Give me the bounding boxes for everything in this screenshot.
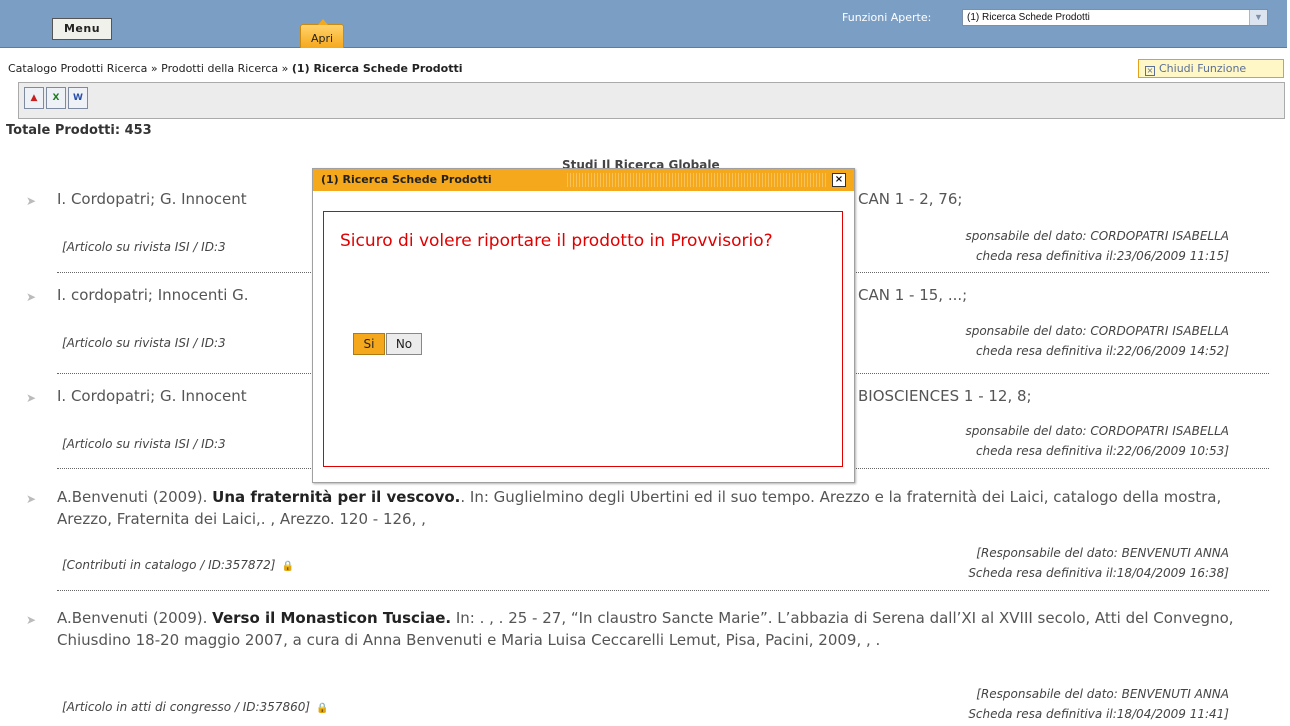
item-meta-right: sponsabile del dato: CORDOPATRI ISABELLA… xyxy=(820,321,1229,361)
apri-button[interactable]: Apri xyxy=(300,19,344,48)
citation-author: A.Benvenuti (2009). xyxy=(57,488,208,506)
definitiva-text: Scheda resa definitiva il:18/04/2009 11:… xyxy=(968,707,1229,721)
citation-text: I. Cordopatri; G. Innocent xyxy=(57,190,247,208)
word-icon[interactable]: W xyxy=(68,87,88,109)
item-meta: [Articolo in atti di congresso / ID:3578… xyxy=(62,700,329,714)
item-meta: [Articolo su rivista ISI / ID:3 xyxy=(62,336,226,350)
separator xyxy=(57,590,1269,591)
no-button[interactable]: No xyxy=(386,333,422,355)
totale-prodotti: Totale Prodotti: 453 xyxy=(6,123,152,138)
arrow-right-icon: ➤ xyxy=(26,290,37,304)
breadcrumb-separator: » xyxy=(281,62,289,75)
item-type-id: [Articolo in atti di congresso / ID:3578… xyxy=(62,700,311,714)
chiudi-funzione-button[interactable]: × Chiudi Funzione xyxy=(1138,59,1284,78)
item-meta-right: [Responsabile del dato: BENVENUTI ANNA S… xyxy=(820,543,1229,583)
responsabile-text: sponsabile del dato: CORDOPATRI ISABELLA xyxy=(965,424,1229,438)
dialog-title-bar[interactable]: (1) Ricerca Schede Prodotti × xyxy=(313,169,854,191)
item-citation-tail: CAN 1 - 2, 76; xyxy=(858,190,963,208)
item-citation-tail: BIOSCIENCES 1 - 12, 8; xyxy=(858,387,1032,405)
item-meta: [Articolo su rivista ISI / ID:3 xyxy=(62,437,226,451)
item-meta-right: sponsabile del dato: CORDOPATRI ISABELLA… xyxy=(820,421,1229,461)
funzioni-aperte-value: (1) Ricerca Schede Prodotti xyxy=(967,12,1090,23)
item-meta-right: sponsabile del dato: CORDOPATRI ISABELLA… xyxy=(820,226,1229,266)
chevron-down-icon[interactable]: ▼ xyxy=(1249,10,1267,25)
confirm-dialog: (1) Ricerca Schede Prodotti × Sicuro di … xyxy=(312,168,855,483)
responsabile-text: [Responsabile del dato: BENVENUTI ANNA xyxy=(976,687,1229,701)
export-toolbar: ▲ X W xyxy=(18,82,1285,119)
dialog-message: Sicuro di volere riportare il prodotto i… xyxy=(340,231,773,251)
funzioni-aperte-label: Funzioni Aperte: xyxy=(842,11,932,24)
pdf-icon[interactable]: ▲ xyxy=(24,87,44,109)
responsabile-text: sponsabile del dato: CORDOPATRI ISABELLA xyxy=(965,324,1229,338)
excel-icon[interactable]: X xyxy=(46,87,66,109)
responsabile-text: [Responsabile del dato: BENVENUTI ANNA xyxy=(976,546,1229,560)
item-citation-tail: CAN 1 - 15, ...; xyxy=(858,286,968,304)
responsabile-text: sponsabile del dato: CORDOPATRI ISABELLA xyxy=(965,229,1229,243)
citation-author: A.Benvenuti (2009). xyxy=(57,609,208,627)
definitiva-text: Scheda resa definitiva il:18/04/2009 16:… xyxy=(968,566,1229,580)
close-icon[interactable]: × xyxy=(832,173,846,187)
breadcrumb: Catalogo Prodotti Ricerca » Prodotti del… xyxy=(8,62,463,75)
item-citation: A.Benvenuti (2009). Una fraternità per i… xyxy=(57,486,1277,530)
menu-button[interactable]: Menu xyxy=(52,18,112,40)
item-meta-right: [Responsabile del dato: BENVENUTI ANNA S… xyxy=(820,684,1229,724)
top-bar: Menu Apri Funzioni Aperte: (1) Ricerca S… xyxy=(0,0,1287,48)
arrow-right-icon: ➤ xyxy=(26,492,37,506)
arrow-right-icon: ➤ xyxy=(26,613,37,627)
item-type-id: [Contributi in catalogo / ID:357872] xyxy=(62,558,276,572)
definitiva-text: cheda resa definitiva il:22/06/2009 14:5… xyxy=(975,344,1229,358)
breadcrumb-link-catalogo[interactable]: Catalogo Prodotti Ricerca xyxy=(8,62,147,75)
title-bar-pattern xyxy=(567,173,827,187)
arrow-right-icon: ➤ xyxy=(26,391,37,405)
citation-title[interactable]: Una fraternità per il vescovo. xyxy=(212,488,460,506)
lock-icon: 🔒 xyxy=(281,561,294,572)
citation-title[interactable]: Verso il Monasticon Tusciae. xyxy=(212,609,451,627)
item-meta: [Contributi in catalogo / ID:357872] 🔒 xyxy=(62,558,294,572)
arrow-right-icon: ➤ xyxy=(26,194,37,208)
yes-button[interactable]: Si xyxy=(353,333,385,355)
item-meta: [Articolo su rivista ISI / ID:3 xyxy=(62,240,226,254)
breadcrumb-link-prodotti[interactable]: Prodotti della Ricerca xyxy=(161,62,278,75)
dialog-title: (1) Ricerca Schede Prodotti xyxy=(321,173,492,186)
close-box-icon: × xyxy=(1145,66,1155,76)
funzioni-aperte-select[interactable]: (1) Ricerca Schede Prodotti ▼ xyxy=(962,9,1268,26)
lock-icon: 🔒 xyxy=(316,703,329,714)
dialog-body: Sicuro di volere riportare il prodotto i… xyxy=(323,211,843,467)
chiudi-funzione-label: Chiudi Funzione xyxy=(1159,62,1247,75)
definitiva-text: cheda resa definitiva il:23/06/2009 11:1… xyxy=(975,249,1229,263)
definitiva-text: cheda resa definitiva il:22/06/2009 10:5… xyxy=(975,444,1229,458)
breadcrumb-separator: » xyxy=(150,62,158,75)
breadcrumb-current: (1) Ricerca Schede Prodotti xyxy=(291,62,463,75)
item-citation: A.Benvenuti (2009). Verso il Monasticon … xyxy=(57,607,1277,651)
